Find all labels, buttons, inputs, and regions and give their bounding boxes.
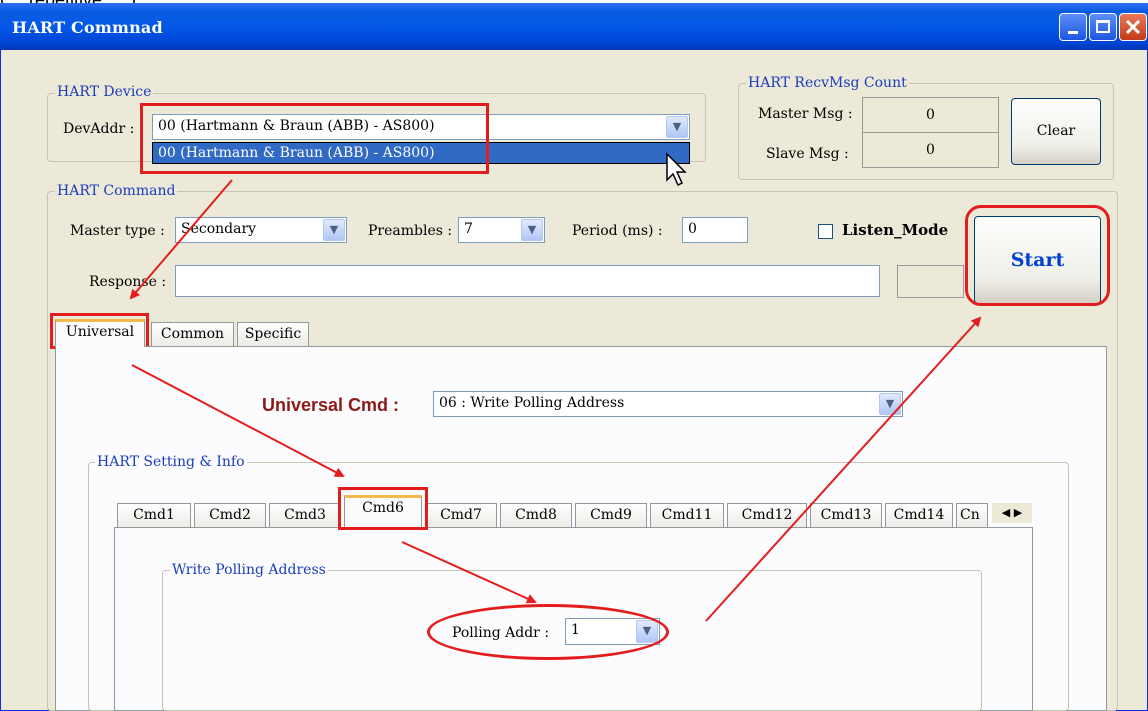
arrow-cmd6-to-polling bbox=[401, 541, 537, 604]
arrow-universal-to-cmd6 bbox=[131, 364, 345, 477]
arrow-devaddr-to-universal bbox=[129, 179, 233, 300]
annotation-arrows bbox=[129, 179, 982, 622]
arrow-polling-to-start bbox=[705, 316, 982, 622]
